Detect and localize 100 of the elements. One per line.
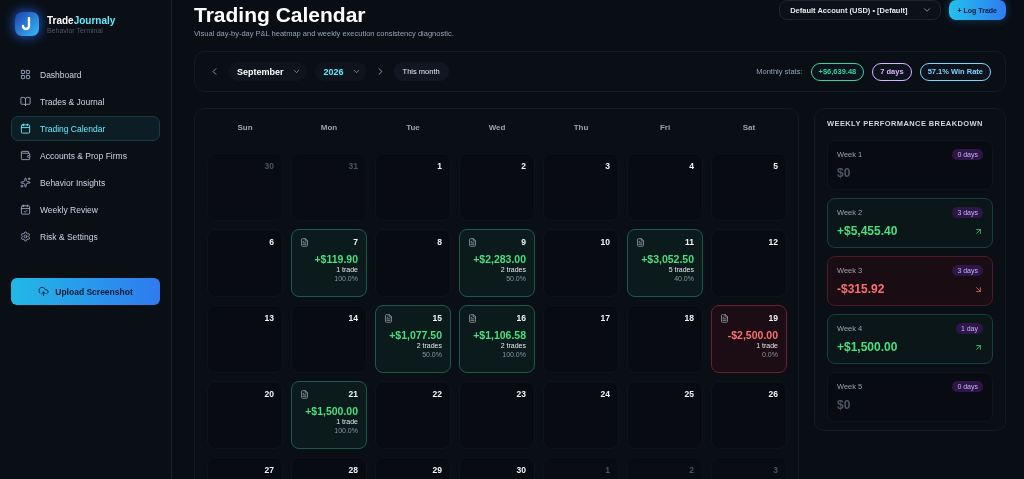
day-cell[interactable]: 1 <box>375 153 451 221</box>
nav-item[interactable]: Weekly Review <box>11 197 160 222</box>
day-number: 18 <box>684 313 694 323</box>
day-number: 26 <box>768 389 778 399</box>
document-icon <box>468 237 477 247</box>
calendar-icon <box>20 123 31 134</box>
month-select[interactable]: September <box>228 62 307 81</box>
nav-item[interactable]: Trades & Journal <box>11 89 160 114</box>
chevron-down-icon <box>351 67 361 76</box>
day-number: 3 <box>605 161 610 171</box>
chevron-down-icon <box>921 5 932 15</box>
grid-icon <box>20 69 31 80</box>
day-cell[interactable]: 24 <box>543 381 619 449</box>
day-cell[interactable]: 13 <box>207 305 283 373</box>
day-pnl: -$2,500.00 <box>727 329 778 341</box>
weekday-label: Tue <box>405 122 421 134</box>
day-number: 2 <box>521 161 526 171</box>
document-icon <box>300 389 309 399</box>
day-cell[interactable]: 22 <box>375 381 451 449</box>
cloud-upload-icon <box>38 286 50 297</box>
weekday-label: Sun <box>236 122 254 134</box>
day-cell[interactable]: 28 <box>291 457 367 479</box>
day-number: 14 <box>348 313 358 323</box>
week-pnl: +$5,455.40 <box>837 224 898 238</box>
day-cell[interactable]: 12 <box>711 229 787 297</box>
weekday-label: Sat <box>741 122 757 134</box>
page-title: Trading Calendar <box>194 3 367 27</box>
wallet-icon <box>20 150 31 161</box>
day-cell[interactable]: 29 <box>375 457 451 479</box>
chevron-down-icon <box>291 67 301 76</box>
day-number: 27 <box>264 465 274 475</box>
day-pnl: +$2,283.00 <box>473 253 526 265</box>
brand-name: TradeJournaly <box>47 14 116 26</box>
day-cell[interactable]: 2 <box>459 153 535 221</box>
day-number: 29 <box>432 465 442 475</box>
calendar-check-icon <box>20 204 31 215</box>
document-icon <box>720 313 729 323</box>
weekday-label: Fri <box>658 122 672 134</box>
weekday-label: Mon <box>319 122 339 134</box>
day-cell[interactable]: 26 <box>711 381 787 449</box>
nav-item[interactable]: Risk & Settings <box>11 224 160 249</box>
day-cell[interactable]: 3 <box>543 153 619 221</box>
day-number: 4 <box>689 161 694 171</box>
week-pnl: -$315.92 <box>837 282 885 296</box>
nav-item[interactable]: Trading Calendar <box>11 116 160 141</box>
nav-item[interactable]: Dashboard <box>11 62 160 87</box>
day-cell[interactable]: 6 <box>207 229 283 297</box>
day-cell[interactable]: 17 <box>543 305 619 373</box>
upload-button[interactable]: Upload Screenshot <box>11 278 160 305</box>
day-number: 11 <box>685 237 694 247</box>
year-select[interactable]: 2026 <box>314 62 367 81</box>
sparkle-icon <box>20 177 31 188</box>
nav-item[interactable]: Behavior Insights <box>11 170 160 195</box>
day-number: 6 <box>269 237 274 247</box>
day-cell[interactable]: 20 <box>207 381 283 449</box>
day-cell[interactable]: 27 <box>207 457 283 479</box>
day-cell[interactable]: 10 <box>543 229 619 297</box>
day-number: 19 <box>768 313 778 323</box>
day-pnl: +$1,106.58 <box>473 329 526 341</box>
day-pnl: +$119.90 <box>314 253 358 265</box>
day-number: 17 <box>600 313 610 323</box>
day-number: 10 <box>600 237 610 247</box>
day-number: 15 <box>432 313 442 323</box>
day-number: 5 <box>773 161 778 171</box>
day-pnl: +$1,500.00 <box>305 405 358 417</box>
day-number: 12 <box>768 237 778 247</box>
day-number: 28 <box>348 465 358 475</box>
day-pnl: +$1,077.50 <box>389 329 442 341</box>
nav-item[interactable]: Accounts & Prop Firms <box>11 143 160 168</box>
day-number: 3 <box>773 465 778 475</box>
day-number: 1 <box>605 465 610 475</box>
day-number: 7 <box>353 237 358 247</box>
day-cell[interactable]: 5 <box>711 153 787 221</box>
day-number: 8 <box>437 237 442 247</box>
day-cell[interactable]: 8 <box>375 229 451 297</box>
document-icon <box>300 237 309 247</box>
logo-icon <box>15 12 39 36</box>
day-cell[interactable]: 18 <box>627 305 703 373</box>
day-number: 30 <box>264 161 274 171</box>
arrow-up-right-icon <box>974 226 983 236</box>
arrow-up-right-icon <box>974 342 983 352</box>
settings-icon <box>20 231 31 242</box>
document-icon <box>636 237 645 247</box>
day-number: 13 <box>264 313 274 323</box>
day-cell[interactable]: 30 <box>459 457 535 479</box>
weekday-label: Thu <box>572 122 590 134</box>
day-number: 1 <box>437 161 442 171</box>
day-number: 9 <box>521 237 526 247</box>
day-number: 22 <box>432 389 442 399</box>
week-pnl: $0 <box>837 398 851 412</box>
day-number: 23 <box>516 389 526 399</box>
document-icon <box>384 313 393 323</box>
day-number: 25 <box>684 389 694 399</box>
day-number: 2 <box>689 465 694 475</box>
day-cell[interactable]: 14 <box>291 305 367 373</box>
day-number: 16 <box>516 313 526 323</box>
weekday-label: Wed <box>487 122 507 134</box>
day-cell[interactable]: 25 <box>627 381 703 449</box>
day-cell[interactable]: 23 <box>459 381 535 449</box>
day-cell[interactable]: 4 <box>627 153 703 221</box>
